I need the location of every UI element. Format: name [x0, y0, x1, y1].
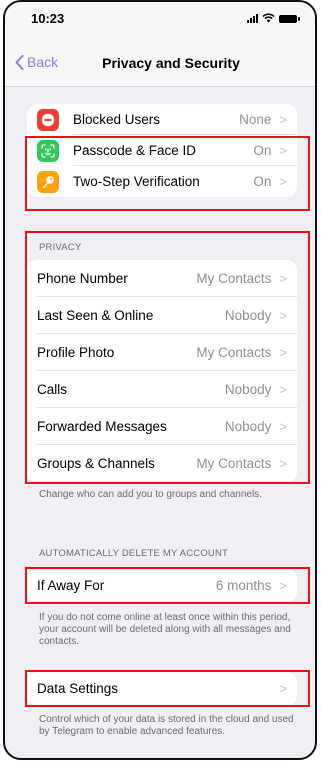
navigation-bar: Back Privacy and Security	[5, 40, 315, 87]
groups-channels-value: My Contacts	[196, 456, 272, 471]
privacy-footer: Change who can add you to groups and cha…	[39, 489, 262, 500]
chevron-right-icon: >	[279, 419, 287, 434]
calls-value: Nobody	[224, 382, 272, 397]
face-id-icon	[37, 139, 59, 162]
battery-icon	[279, 15, 300, 23]
forwarded-messages-row[interactable]: Forwarded Messages Nobody >	[27, 408, 297, 445]
status-bar: 10:23	[5, 2, 315, 40]
system-icons	[247, 13, 300, 23]
if-away-for-value: 6 months	[215, 578, 272, 593]
profile-photo-value: My Contacts	[196, 345, 272, 360]
key-icon	[37, 170, 59, 193]
auto-delete-group: If Away For 6 months >	[27, 569, 297, 602]
chevron-right-icon: >	[279, 112, 287, 127]
security-group: Blocked Users None > Passcode & Face ID …	[27, 104, 297, 197]
forwarded-messages-label: Forwarded Messages	[37, 419, 167, 434]
data-settings-group: Data Settings >	[27, 672, 297, 705]
auto-delete-footer: If you do not come online at least once …	[39, 612, 291, 647]
blocked-users-value: None	[239, 112, 272, 127]
calls-row[interactable]: Calls Nobody >	[27, 371, 297, 408]
privacy-section-header: PRIVACY	[39, 242, 82, 253]
groups-channels-label: Groups & Channels	[37, 456, 155, 471]
calls-label: Calls	[37, 382, 68, 397]
passcode-face-id-label: Passcode & Face ID	[73, 143, 197, 158]
minus-circle-icon	[37, 108, 59, 131]
two-step-verification-label: Two-Step Verification	[73, 174, 200, 189]
data-settings-label: Data Settings	[37, 681, 119, 696]
last-seen-row[interactable]: Last Seen & Online Nobody >	[27, 297, 297, 334]
chevron-right-icon: >	[279, 174, 287, 189]
chevron-right-icon: >	[279, 382, 287, 397]
last-seen-label: Last Seen & Online	[37, 308, 154, 323]
wifi-icon	[262, 13, 275, 23]
phone-number-label: Phone Number	[37, 271, 128, 286]
phone-screen: 10:23 Back Privacy and Security Blocked …	[3, 0, 317, 760]
profile-photo-row[interactable]: Profile Photo My Contacts >	[27, 334, 297, 371]
chevron-right-icon: >	[279, 456, 287, 471]
auto-delete-section-header: AUTOMATICALLY DELETE MY ACCOUNT	[39, 548, 229, 559]
passcode-face-id-value: On	[253, 143, 272, 158]
last-seen-value: Nobody	[224, 308, 272, 323]
blocked-users-row[interactable]: Blocked Users None >	[27, 104, 297, 135]
two-step-verification-value: On	[253, 174, 272, 189]
status-time: 10:23	[31, 11, 65, 26]
data-settings-row[interactable]: Data Settings >	[27, 672, 297, 705]
forwarded-messages-value: Nobody	[224, 419, 272, 434]
blocked-users-label: Blocked Users	[73, 112, 161, 127]
data-settings-footer: Control which of your data is stored in …	[39, 714, 294, 737]
chevron-right-icon: >	[279, 308, 287, 323]
if-away-for-row[interactable]: If Away For 6 months >	[27, 569, 297, 602]
profile-photo-label: Profile Photo	[37, 345, 115, 360]
chevron-right-icon: >	[279, 271, 287, 286]
phone-number-row[interactable]: Phone Number My Contacts >	[27, 260, 297, 297]
chevron-right-icon: >	[279, 143, 287, 158]
if-away-for-label: If Away For	[37, 578, 105, 593]
groups-channels-row[interactable]: Groups & Channels My Contacts >	[27, 445, 297, 482]
chevron-right-icon: >	[279, 681, 287, 696]
phone-number-value: My Contacts	[196, 271, 272, 286]
two-step-verification-row[interactable]: Two-Step Verification On >	[27, 166, 297, 197]
page-title: Privacy and Security	[102, 55, 240, 71]
passcode-face-id-row[interactable]: Passcode & Face ID On >	[27, 135, 297, 166]
chevron-right-icon: >	[279, 345, 287, 360]
chevron-right-icon: >	[279, 578, 287, 593]
privacy-group: Phone Number My Contacts > Last Seen & O…	[27, 260, 297, 482]
signal-icon	[247, 13, 258, 23]
